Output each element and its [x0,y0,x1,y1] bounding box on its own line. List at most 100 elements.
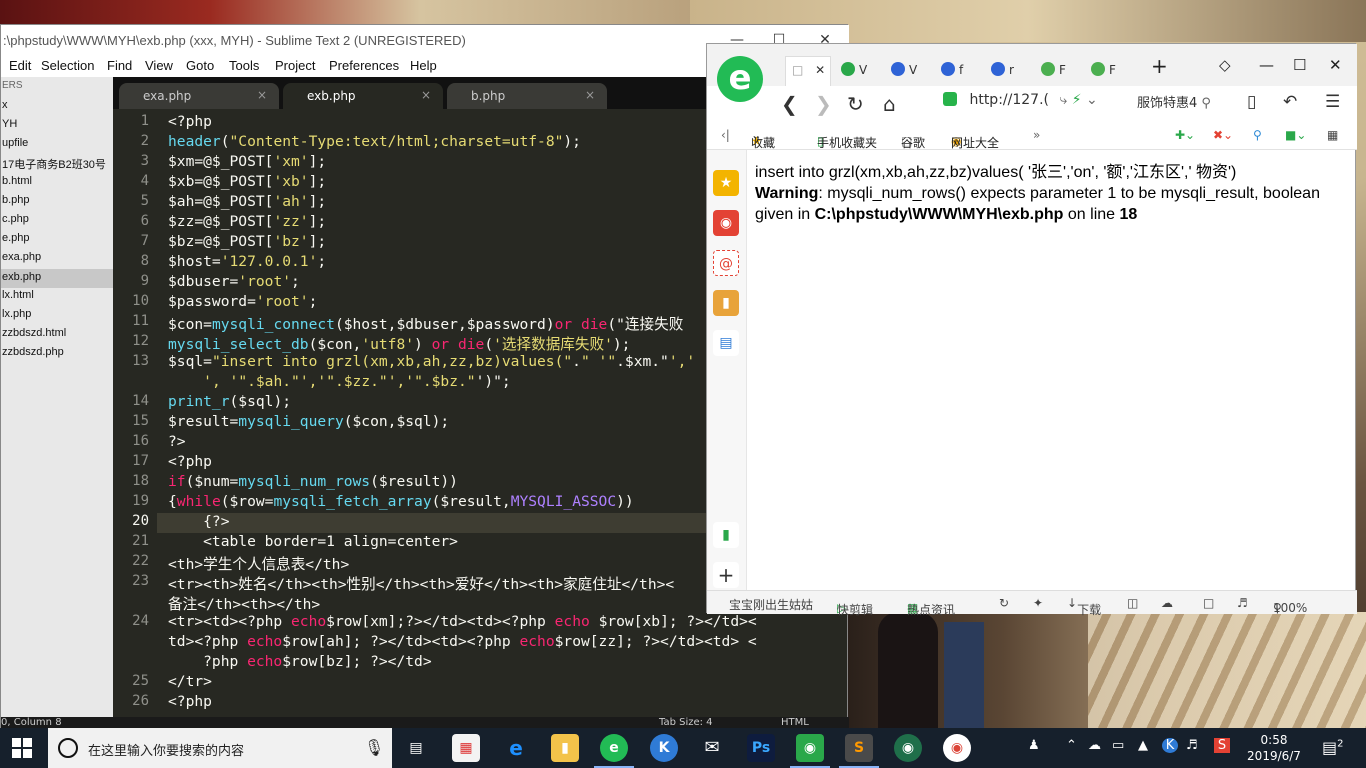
shirt-icon[interactable]: ◇ [1219,56,1231,74]
menu-view[interactable]: View [145,58,173,73]
sidebar-toggle-icon[interactable]: ‹| [721,128,730,142]
tab-exa[interactable]: exa.php × [119,83,279,109]
more-favorites-icon[interactable]: » [1033,128,1040,142]
k-app-icon[interactable]: K [650,734,678,762]
reload-icon[interactable]: ↻ [847,92,864,116]
magnifier-icon[interactable]: ⚲ [1253,128,1262,142]
sidebar-item[interactable]: lx.html [2,289,34,301]
windows-start-icon[interactable] [12,738,32,758]
sidebar-item[interactable]: 17电子商务B2班30号 [2,156,106,172]
add-icon[interactable]: + [713,562,739,588]
window-icon[interactable]: ◫ [1127,596,1138,610]
cortana-icon[interactable] [58,738,78,758]
undo-icon[interactable]: ↶ [1283,92,1297,112]
news-ticker[interactable]: 宝宝刚出生姑姑 [729,596,813,613]
sidebar-item[interactable]: zzbdszd.php [2,346,64,358]
layout-icon[interactable]: □ [1203,596,1214,610]
sidebar-item[interactable]: x [2,99,8,111]
sidebar-item[interactable]: b.html [2,175,32,187]
menu-selection[interactable]: Selection [41,58,94,73]
document-icon[interactable]: ▤ [713,330,739,356]
menu-goto[interactable]: Goto [186,58,214,73]
tab-b[interactable]: b.php × [447,83,607,109]
menu-preferences[interactable]: Preferences [329,58,399,73]
plus-tool-icon[interactable]: ✚⌄ [1175,128,1195,142]
download[interactable]: ↓ 下载 [1067,596,1101,617]
sidebar-item[interactable]: YH [2,118,17,130]
sidebar-item[interactable]: e.php [2,232,30,244]
sogou-icon[interactable]: S [1214,738,1230,753]
taskbar-search[interactable]: 在这里输入你要搜索的内容 🎙 [48,728,392,768]
menu-help[interactable]: Help [410,58,437,73]
favorites-menu[interactable]: ★ 收藏 ⌄ [751,128,775,150]
status-tab-size[interactable]: Tab Size: 4 [659,717,713,728]
battery-icon[interactable]: ▭ [1112,738,1124,753]
sidebar-item[interactable]: c.php [2,213,29,225]
chrome-icon[interactable]: ◉ [943,734,971,762]
people-icon[interactable]: ♟ [1028,738,1040,753]
scissors-icon[interactable]: ✖⌄ [1213,128,1233,142]
taskbar-clock[interactable]: 0:58 2019/6/7 [1244,732,1304,764]
bolt-icon[interactable]: ⚡ [1072,92,1082,108]
reader-icon[interactable]: ▯ [1247,92,1256,112]
globe-app-icon[interactable]: ◉ [894,734,922,762]
mail-icon[interactable]: @ [713,250,739,276]
minimize-button[interactable]: — [1259,56,1274,74]
browser-tab[interactable]: F [1035,56,1085,86]
tab-close-icon[interactable]: × [257,88,267,102]
browser-tab-active[interactable]: □ ✕ [785,56,831,86]
browser-tab[interactable]: r [985,56,1035,86]
cloud-icon[interactable]: ☁ [1088,738,1101,753]
search-icon[interactable]: ⚲ [1201,96,1211,111]
browser-tab[interactable]: f [935,56,985,86]
menu-edit[interactable]: Edit [9,58,31,73]
cloud-icon[interactable]: ☁ [1161,596,1173,610]
browser-tab[interactable]: F [1085,56,1135,86]
browser-tab[interactable]: V [885,56,935,86]
home-icon[interactable]: ⌂ [883,92,896,116]
chevron-up-icon[interactable]: ⌃ [1066,738,1077,753]
refresh-icon[interactable]: ↻ [999,596,1009,610]
weibo-icon[interactable]: ◉ [713,210,739,236]
photoshop-icon[interactable]: Ps [747,734,775,762]
browser-360-icon[interactable]: e [600,734,628,762]
sidebar-item[interactable]: zzbdszd.html [2,327,66,339]
sidebar-item[interactable]: b.php [2,194,30,206]
sidebar-item[interactable]: upfile [2,137,28,149]
search-input[interactable]: 服饰特惠4 ⚲ [1137,92,1217,116]
chevron-down-icon[interactable]: ⌄ [1086,92,1098,108]
volume-icon[interactable]: ♬ [1186,738,1198,753]
sidebar-item[interactable]: lx.php [2,308,31,320]
menu-project[interactable]: Project [275,58,315,73]
browser-tab[interactable]: V [835,56,885,86]
k-tray-icon[interactable]: K [1162,738,1178,753]
tab-close-icon[interactable]: × [585,88,595,102]
wifi-icon[interactable]: ▲ [1138,738,1148,753]
notebook-icon[interactable]: ▮ [713,290,739,316]
sound-icon[interactable]: ♬ [1237,596,1248,610]
microphone-icon[interactable]: 🎙 [364,738,384,757]
mail-icon[interactable]: ✉ [698,734,726,762]
close-button[interactable]: ✕ [1329,56,1342,74]
tab-exb[interactable]: exb.php × [283,83,443,109]
sublime-icon[interactable]: S [845,734,873,762]
back-icon[interactable]: ❮ [781,92,798,116]
star-icon[interactable]: ★ [713,170,739,196]
forward-icon[interactable]: ❯ [815,92,832,116]
task-view-icon[interactable]: ▤ [402,734,430,762]
file-explorer-icon[interactable]: ▮ [551,734,579,762]
edge-icon[interactable]: e [502,734,530,762]
status-syntax[interactable]: HTML [781,717,809,728]
apps-grid-icon[interactable]: ▦ [1327,128,1338,142]
sidebar-item[interactable]: exa.php [2,251,41,263]
tab-close-icon[interactable]: ✕ [815,63,825,77]
tab-close-icon[interactable]: × [421,88,431,102]
wechat-icon[interactable]: ◉ [796,734,824,762]
address-bar[interactable]: http://127.( ⤷ ⚡ ⌄ [943,92,1129,116]
share-icon[interactable]: ⤷ [1059,92,1067,108]
notification-icon[interactable]: ▤2 [1322,738,1344,757]
pin-icon[interactable]: ✦ [1033,596,1043,610]
new-tab-button[interactable]: + [1151,54,1168,78]
clipboard-icon[interactable]: ▮ [713,522,739,548]
store-icon[interactable]: ▦ [452,734,480,762]
